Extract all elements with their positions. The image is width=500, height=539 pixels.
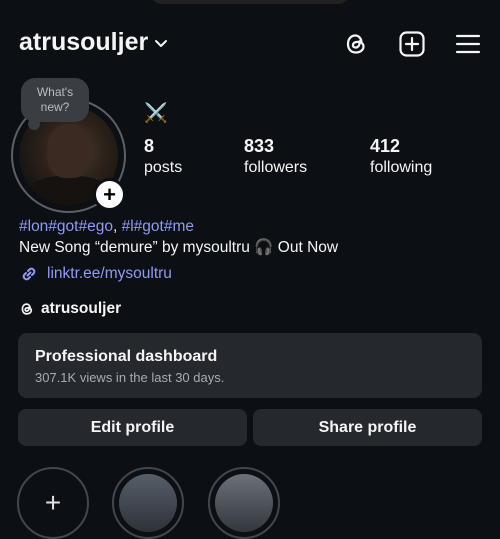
avatar-face: [47, 124, 91, 178]
menu-icon[interactable]: [454, 30, 482, 58]
profile-header: atrusouljer: [0, 0, 500, 88]
stat-value: 8: [144, 136, 155, 156]
threads-badge[interactable]: atrusouljer: [19, 300, 121, 318]
highlight-thumbnail: [215, 474, 273, 532]
highlight-thumbnail: [119, 474, 177, 532]
stat-following[interactable]: 412 following: [370, 136, 432, 177]
bio-link-text: linktr.ee/mysoultru: [47, 265, 172, 282]
highlight-item[interactable]: [208, 467, 280, 539]
stat-followers[interactable]: 833 followers: [244, 136, 307, 177]
account-switcher[interactable]: atrusouljer: [19, 28, 168, 57]
professional-dashboard[interactable]: Professional dashboard 307.1K views in t…: [18, 333, 482, 398]
dashboard-subtitle: 307.1K views in the last 30 days.: [35, 370, 225, 385]
bio-link[interactable]: linktr.ee/mysoultru: [19, 264, 172, 284]
profile-emoji: ⚔️: [144, 103, 168, 124]
stat-value: 412: [370, 136, 401, 156]
threads-icon: [21, 303, 33, 315]
highlight-item[interactable]: [112, 467, 184, 539]
stat-label: followers: [244, 159, 308, 176]
hashtag-separator: ,: [112, 218, 122, 235]
stat-value: 833: [244, 136, 275, 156]
threads-icon[interactable]: [342, 30, 370, 58]
create-icon[interactable]: [398, 30, 426, 58]
share-profile-button[interactable]: Share profile: [253, 409, 482, 446]
stat-label: posts: [144, 159, 183, 176]
plus-icon: +: [24, 474, 82, 532]
note-bubble[interactable]: What's new?: [21, 78, 89, 122]
note-line-1: What's: [36, 85, 74, 99]
edit-profile-button[interactable]: Edit profile: [18, 409, 247, 446]
note-bubble-tail: [28, 118, 40, 130]
add-story-button[interactable]: +: [93, 178, 126, 211]
hashtag-link[interactable]: #l#got#me: [122, 218, 194, 235]
threads-handle: atrusouljer: [41, 300, 122, 317]
link-icon: [22, 267, 36, 281]
hashtag-link[interactable]: #lon#got#ego: [19, 218, 113, 235]
bio-hashtags: #lon#got#ego, #l#got#me: [19, 218, 194, 236]
dashboard-title: Professional dashboard: [35, 348, 218, 365]
highlight-new[interactable]: +: [17, 467, 89, 539]
username-label: atrusouljer: [19, 28, 149, 56]
note-line-2: new?: [40, 100, 70, 114]
stat-posts[interactable]: 8 posts: [144, 136, 182, 177]
bio-text: New Song “demure” by mysoultru 🎧 Out Now: [19, 239, 339, 256]
stat-label: following: [370, 159, 433, 176]
chevron-down-icon: [155, 39, 168, 47]
